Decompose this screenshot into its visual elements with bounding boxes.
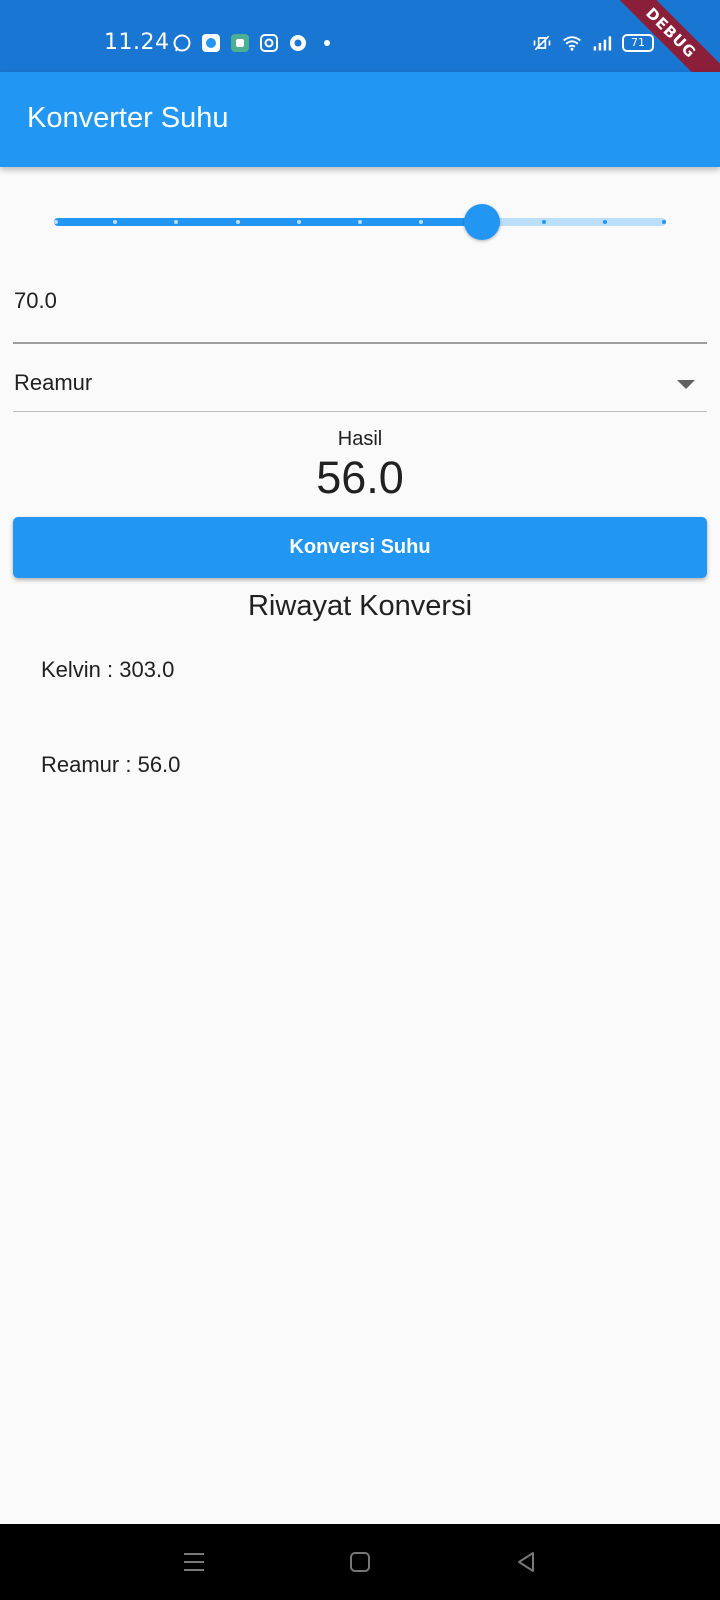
- app-icon-green: [231, 34, 249, 52]
- slider-tick: [541, 220, 546, 224]
- app-bar: Konverter Suhu: [0, 72, 720, 167]
- history-item: Kelvin : 303.0: [41, 657, 175, 682]
- result-value: 56.0: [316, 452, 404, 503]
- result-label: Hasil: [337, 428, 383, 450]
- temperature-slider[interactable]: [54, 202, 666, 242]
- vibrate-icon: [533, 35, 551, 51]
- slider-tick: [235, 220, 240, 224]
- status-bar: 11.24 71: [0, 0, 720, 72]
- back-icon[interactable]: [510, 1546, 542, 1578]
- notification-icons: [172, 33, 337, 53]
- temperature-input[interactable]: 70.0: [13, 278, 707, 344]
- slider-tick: [54, 220, 58, 224]
- signal-icon: [593, 36, 612, 51]
- dropdown-arrow-icon: [677, 380, 695, 389]
- battery-icon: 71: [622, 34, 654, 52]
- slider-tick: [358, 220, 362, 224]
- dot-icon: [324, 40, 330, 46]
- app-icon-blue: [202, 34, 220, 52]
- home-icon[interactable]: [344, 1546, 376, 1578]
- slider-active-track: [54, 218, 483, 226]
- page-title: Konverter Suhu: [27, 102, 229, 134]
- history-title: Riwayat Konversi: [247, 590, 473, 622]
- slider-thumb[interactable]: [464, 204, 501, 240]
- temperature-input-value[interactable]: 70.0: [14, 288, 57, 314]
- wifi-icon: [563, 36, 581, 51]
- menu-icon[interactable]: [178, 1546, 210, 1578]
- system-status-icons: 71: [532, 33, 654, 53]
- whatsapp-icon: [173, 34, 191, 52]
- slider-tick: [296, 220, 301, 224]
- unit-dropdown[interactable]: Reamur: [13, 356, 707, 412]
- navigation-bar: [0, 1524, 720, 1600]
- instagram-icon: [260, 34, 278, 52]
- status-time: 11.24: [104, 30, 170, 55]
- convert-button[interactable]: Konversi Suhu: [13, 517, 707, 578]
- history-item: Reamur : 56.0: [41, 752, 181, 777]
- slider-tick: [662, 220, 666, 224]
- slider-tick: [602, 220, 607, 224]
- unit-dropdown-value: Reamur: [14, 370, 93, 395]
- app-icon-circle: [290, 35, 306, 51]
